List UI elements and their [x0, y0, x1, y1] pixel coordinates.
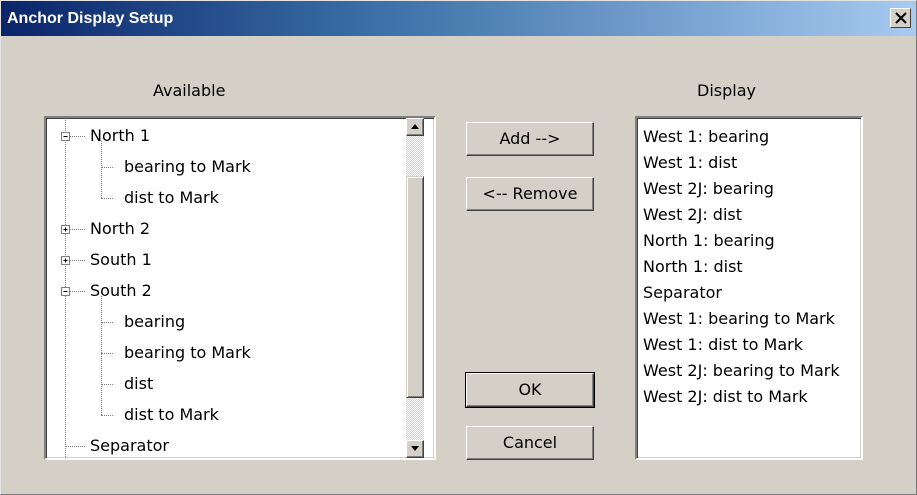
display-list-item[interactable]: North 1: dist [643, 254, 743, 280]
tree-content: North 1 bearing to Mark dist to Mark North … [46, 118, 404, 458]
scroll-thumb[interactable] [406, 176, 424, 398]
display-list-item[interactable]: North 1: bearing [643, 228, 775, 254]
tree-item[interactable]: Separator [90, 430, 390, 458]
tree-line [101, 384, 113, 385]
tree-line [101, 415, 113, 416]
dialog-window: Anchor Display Setup Available Display N… [0, 0, 917, 495]
display-list-item[interactable]: West 2J: dist [643, 202, 742, 228]
tree-item-label: Separator [90, 436, 169, 455]
display-list-item[interactable]: West 1: bearing [643, 124, 769, 150]
tree-expand-icon[interactable] [61, 256, 70, 265]
tree-line [101, 322, 113, 323]
tree-item[interactable]: dist to Mark [124, 182, 404, 213]
display-list-item[interactable]: West 1: dist [643, 150, 737, 176]
tree-item[interactable]: bearing to Mark [124, 151, 404, 182]
tree-item[interactable]: North 2 [90, 213, 390, 244]
available-heading: Available [153, 81, 226, 100]
tree-collapse-icon[interactable] [61, 132, 70, 141]
ok-button[interactable]: OK [465, 372, 595, 408]
display-list-item[interactable]: West 1: bearing to Mark [643, 306, 835, 332]
tree-vertical-scrollbar[interactable] [406, 118, 424, 458]
close-icon [895, 12, 907, 24]
add-button[interactable]: Add --> [466, 122, 594, 156]
tree-item-label: dist to Mark [124, 188, 219, 207]
scroll-down-arrow-icon [411, 446, 419, 451]
display-heading: Display [697, 81, 756, 100]
tree-line [65, 446, 85, 447]
scroll-up-button[interactable] [406, 118, 424, 136]
scroll-up-arrow-icon [411, 124, 419, 129]
title-bar[interactable]: Anchor Display Setup [1, 1, 916, 36]
tree-item[interactable]: dist to Mark [124, 399, 404, 430]
tree-item[interactable]: bearing [124, 306, 404, 337]
remove-button[interactable]: <-- Remove [466, 177, 594, 211]
display-list-item[interactable]: West 2J: bearing [643, 176, 774, 202]
tree-item[interactable]: North 1 [90, 120, 390, 151]
tree-expand-icon[interactable] [61, 225, 70, 234]
tree-item-label: South 2 [90, 281, 152, 300]
tree-item[interactable]: South 2 [90, 275, 390, 306]
tree-item[interactable]: dist [124, 368, 404, 399]
tree-item-label: South 1 [90, 250, 152, 269]
scroll-down-button[interactable] [406, 440, 424, 458]
cancel-button[interactable]: Cancel [466, 426, 594, 460]
tree-line [101, 295, 102, 415]
display-list-item[interactable]: West 2J: dist to Mark [643, 384, 808, 410]
tree-item-label: bearing to Mark [124, 343, 251, 362]
close-button[interactable] [890, 8, 911, 28]
tree-item-label: dist [124, 374, 154, 393]
available-tree[interactable]: North 1 bearing to Mark dist to Mark North … [44, 116, 436, 460]
tree-line [101, 353, 113, 354]
tree-item[interactable]: bearing to Mark [124, 337, 404, 368]
tree-item-label: North 2 [90, 219, 151, 238]
tree-item-label: bearing to Mark [124, 157, 251, 176]
tree-item-label: bearing [124, 312, 186, 331]
display-list-item[interactable]: Separator [643, 280, 722, 306]
tree-collapse-icon[interactable] [61, 287, 70, 296]
window-title: Anchor Display Setup [7, 10, 174, 27]
display-list[interactable]: West 1: bearing West 1: dist West 2J: bear… [635, 116, 863, 460]
tree-line [101, 198, 113, 199]
tree-item-label: dist to Mark [124, 405, 219, 424]
display-list-item[interactable]: West 1: dist to Mark [643, 332, 803, 358]
tree-item-label: North 1 [90, 126, 151, 145]
display-list-item[interactable]: West 2J: bearing to Mark [643, 358, 840, 384]
tree-line [101, 167, 113, 168]
tree-item[interactable]: South 1 [90, 244, 390, 275]
